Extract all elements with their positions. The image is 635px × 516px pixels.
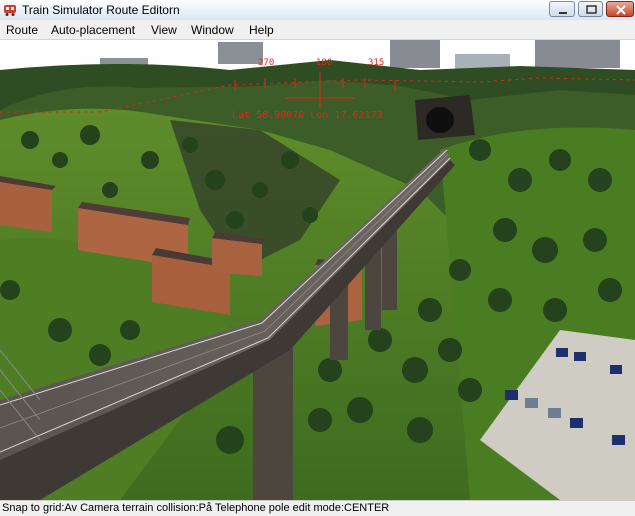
title-bar[interactable]: Train Simulator Route Editorn	[0, 0, 635, 21]
status-bar: Snap to grid:Av Camera terrain collision…	[0, 500, 635, 516]
menu-route[interactable]: Route	[6, 23, 38, 37]
menu-auto-placement[interactable]: Auto-placement	[51, 23, 135, 37]
close-button[interactable]	[606, 1, 634, 17]
menu-bar: Route Auto-placement View Window Help	[0, 20, 635, 40]
maximize-icon	[586, 5, 597, 14]
coordinate-readout: Lat 58.90078 Lon 17.62173	[232, 110, 383, 121]
menu-help[interactable]: Help	[249, 23, 274, 37]
hud-marker-270: 270	[258, 58, 275, 68]
minimize-button[interactable]	[549, 1, 575, 17]
train-app-icon	[4, 5, 16, 16]
window-title: Train Simulator Route Editorn	[22, 3, 180, 17]
hud-marker-180: 180	[316, 58, 333, 68]
status-text: Snap to grid:Av Camera terrain collision…	[2, 502, 390, 514]
menu-window[interactable]: Window	[191, 23, 234, 37]
minimize-icon	[559, 12, 567, 14]
hud-marker-315: 315	[368, 58, 385, 68]
menu-view[interactable]: View	[151, 23, 177, 37]
3d-viewport[interactable]: 270 180 315 Lat 58.90078 Lon 17.62173	[0, 40, 635, 500]
maximize-button[interactable]	[578, 1, 603, 17]
close-icon	[616, 5, 626, 15]
